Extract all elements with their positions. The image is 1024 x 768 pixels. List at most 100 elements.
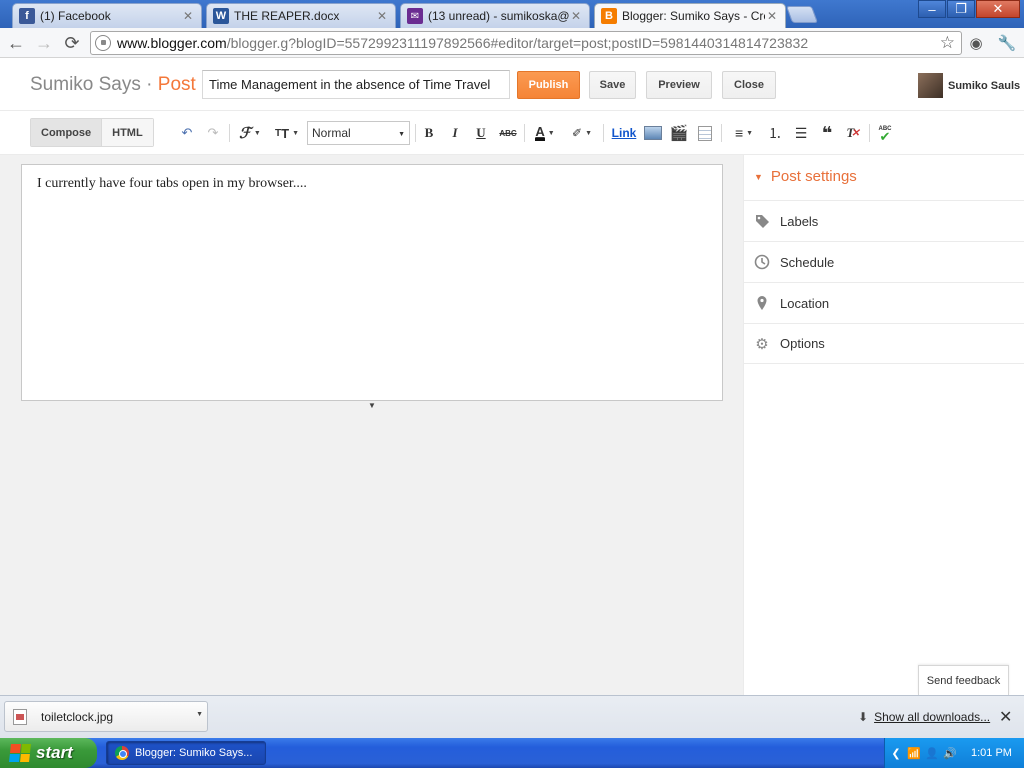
- location-pin-icon: [754, 295, 770, 311]
- toolbar-divider: [869, 124, 870, 142]
- blog-name[interactable]: Sumiko Says: [30, 74, 141, 95]
- editor-mode-toggle: Compose HTML: [30, 118, 154, 147]
- tab-title: Blogger: Sumiko Says - Create: [622, 9, 765, 23]
- tag-icon: [754, 213, 770, 229]
- send-feedback-button[interactable]: Send feedback: [918, 665, 1009, 695]
- toolbar-divider: [524, 124, 525, 142]
- blogger-header: Sumiko Says · Post Publish Save Preview …: [0, 59, 1024, 111]
- new-tab-button[interactable]: [785, 6, 819, 23]
- users-icon[interactable]: 👤: [925, 746, 939, 760]
- numbered-list-icon[interactable]: ⒈: [766, 123, 784, 143]
- download-arrow-icon: ⬇: [858, 710, 869, 724]
- tab-yahoo-mail[interactable]: ✉ (13 unread) - sumikoska@yah ✕: [400, 3, 590, 28]
- section-label: Post: [157, 74, 196, 95]
- text-color-icon[interactable]: A ▼: [530, 123, 560, 143]
- insert-link-button[interactable]: Link: [610, 123, 638, 143]
- close-icon[interactable]: ✕: [569, 9, 583, 23]
- start-label: start: [36, 743, 73, 762]
- show-all-label: Show all downloads...: [874, 710, 991, 724]
- tab-blogger[interactable]: B Blogger: Sumiko Says - Create ✕: [594, 3, 786, 28]
- insert-jump-break-icon[interactable]: [695, 123, 715, 143]
- forward-button[interactable]: →: [34, 33, 54, 53]
- close-icon[interactable]: ✕: [999, 707, 1012, 727]
- toolbar-divider: [721, 124, 722, 142]
- close-icon[interactable]: ✕: [765, 9, 779, 23]
- browser-toolbar: ← → ⟳ www.blogger.com/blogger.g?blogID=5…: [0, 28, 1024, 58]
- post-title-input[interactable]: [202, 70, 510, 99]
- sidebar-item-options[interactable]: ⚙ Options: [744, 323, 1024, 364]
- html-mode-button[interactable]: HTML: [102, 119, 153, 146]
- taskbar-item-blogger[interactable]: Blogger: Sumiko Says...: [106, 741, 266, 765]
- remove-formatting-icon[interactable]: T ✕: [844, 123, 862, 143]
- windows-taskbar: start Blogger: Sumiko Says... ❮ 📶 👤 🔊 1:…: [0, 738, 1024, 768]
- avatar: [918, 73, 943, 98]
- underline-icon[interactable]: U: [474, 123, 488, 143]
- undo-icon[interactable]: ↶: [179, 123, 195, 143]
- reload-button[interactable]: ⟳: [62, 33, 82, 53]
- insert-video-icon[interactable]: 🎬: [669, 123, 689, 143]
- insert-image-icon[interactable]: [643, 123, 663, 143]
- title-separator: ·: [140, 74, 158, 95]
- network-icon[interactable]: 📶: [907, 746, 921, 760]
- post-body-editor[interactable]: I currently have four tabs open in my br…: [21, 164, 723, 401]
- bookmark-star-icon[interactable]: ☆: [940, 33, 955, 53]
- post-body-text: I currently have four tabs open in my br…: [37, 176, 307, 191]
- chevron-left-icon[interactable]: ❮: [889, 746, 903, 760]
- paragraph-format-select[interactable]: Normal ▼: [307, 121, 410, 145]
- volume-icon[interactable]: 🔊: [943, 746, 957, 760]
- tab-facebook[interactable]: f (1) Facebook ✕: [12, 3, 202, 28]
- save-button[interactable]: Save: [589, 71, 636, 99]
- bulleted-list-icon[interactable]: ☰: [792, 123, 810, 143]
- tab-title: THE REAPER.docx: [234, 9, 340, 23]
- post-settings-heading[interactable]: ▼ Post settings: [754, 168, 857, 185]
- word-icon: W: [213, 8, 229, 24]
- tab-word-document[interactable]: W THE REAPER.docx ✕: [206, 3, 396, 28]
- close-button[interactable]: Close: [722, 71, 776, 99]
- preview-button[interactable]: Preview: [646, 71, 712, 99]
- download-item[interactable]: toiletclock.jpg ▼: [4, 701, 208, 732]
- sidebar-item-labels[interactable]: Labels: [744, 200, 1024, 241]
- url-text: www.blogger.com/blogger.g?blogID=5572992…: [117, 35, 808, 51]
- start-button[interactable]: start: [0, 738, 97, 768]
- publish-button[interactable]: Publish: [517, 71, 580, 99]
- windows-logo-icon: [9, 744, 31, 762]
- user-account[interactable]: Sumiko Sauls: [918, 73, 1020, 98]
- image-file-icon: [13, 708, 27, 725]
- tab-title: (1) Facebook: [40, 9, 111, 23]
- font-size-icon[interactable]: T T ▼: [272, 123, 302, 143]
- page-info-icon[interactable]: [95, 35, 111, 51]
- highlight-color-icon[interactable]: ✐ ▼: [567, 123, 597, 143]
- sidebar-item-label: Labels: [780, 213, 819, 229]
- clock-icon: [754, 254, 770, 270]
- show-all-downloads-link[interactable]: ⬇ Show all downloads...: [858, 710, 990, 724]
- chevron-down-icon[interactable]: ▼: [196, 711, 203, 718]
- address-bar[interactable]: www.blogger.com/blogger.g?blogID=5572992…: [90, 31, 962, 55]
- editor-resize-handle[interactable]: ▼: [368, 401, 376, 410]
- italic-icon[interactable]: I: [448, 123, 462, 143]
- strikethrough-icon[interactable]: ABC: [498, 123, 518, 143]
- user-name: Sumiko Sauls: [948, 79, 1021, 92]
- close-icon[interactable]: ✕: [375, 9, 389, 23]
- spellcheck-icon[interactable]: ABC ✔: [875, 123, 895, 143]
- editor-toolbar: Compose HTML ↶ ↷ ℱ ▼ T T ▼ Normal ▼ B I U AB…: [0, 111, 1024, 155]
- back-button[interactable]: ←: [6, 33, 26, 53]
- bold-icon[interactable]: B: [422, 123, 436, 143]
- alignment-icon[interactable]: ≡ ▼: [729, 123, 759, 143]
- system-tray: ❮ 📶 👤 🔊 1:01 PM: [884, 738, 1024, 768]
- editor-area: I currently have four tabs open in my br…: [0, 155, 743, 695]
- compose-mode-button[interactable]: Compose: [31, 119, 103, 146]
- restore-button[interactable]: ❐: [947, 0, 975, 18]
- minimize-button[interactable]: ‒: [918, 0, 946, 18]
- wrench-icon[interactable]: 🔧: [997, 34, 1017, 52]
- sidebar-item-label: Schedule: [780, 254, 835, 270]
- eye-extension-icon[interactable]: ◉: [966, 34, 986, 52]
- font-family-icon[interactable]: ℱ ▼: [236, 123, 264, 143]
- sidebar-item-label: Location: [780, 295, 830, 311]
- close-icon[interactable]: ✕: [181, 9, 195, 23]
- redo-icon[interactable]: ↷: [205, 123, 221, 143]
- window-close-button[interactable]: ✕: [976, 0, 1020, 18]
- sidebar-item-schedule[interactable]: Schedule: [744, 241, 1024, 282]
- quote-icon[interactable]: ❝: [818, 123, 836, 143]
- chevron-down-icon: ▼: [398, 131, 405, 138]
- sidebar-item-location[interactable]: Location: [744, 282, 1024, 323]
